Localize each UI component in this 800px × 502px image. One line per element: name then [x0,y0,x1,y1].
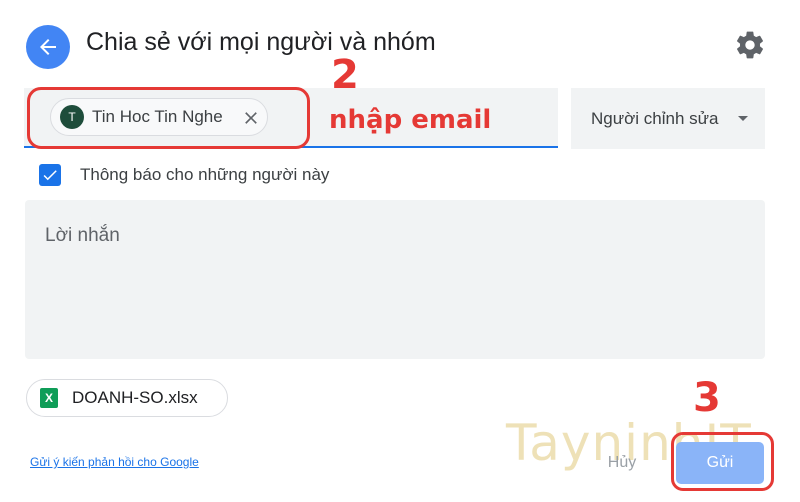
role-dropdown[interactable]: Người chỉnh sửa [571,88,765,149]
gear-icon [737,31,763,59]
dropdown-caret-icon [738,116,748,121]
arrow-back-icon [40,39,56,55]
annotation-step-2: 2 [331,52,359,98]
attachment-chip[interactable]: X DOANH-SO.xlsx [26,379,228,417]
notify-checkbox[interactable] [39,164,61,186]
feedback-link[interactable]: Gửi ý kiến phản hồi cho Google [30,455,199,469]
settings-button[interactable] [734,29,766,61]
excel-icon: X [40,388,58,408]
notify-label: Thông báo cho những người này [80,165,330,184]
cancel-button[interactable]: Hủy [596,447,648,479]
attachment-file-name: DOANH-SO.xlsx [72,388,198,407]
message-placeholder: Lời nhắn [45,225,120,246]
role-label: Người chỉnh sửa [591,108,719,128]
dialog-title: Chia sẻ với mọi người và nhóm [86,28,436,56]
back-button[interactable] [26,25,70,69]
annotation-step-3: 3 [693,375,721,421]
check-icon [43,170,57,181]
annotation-recipient-outline [27,87,310,149]
message-textarea[interactable] [25,200,765,359]
annotation-send-outline [671,432,774,491]
annotation-step-2-text: nhập email [329,105,492,135]
